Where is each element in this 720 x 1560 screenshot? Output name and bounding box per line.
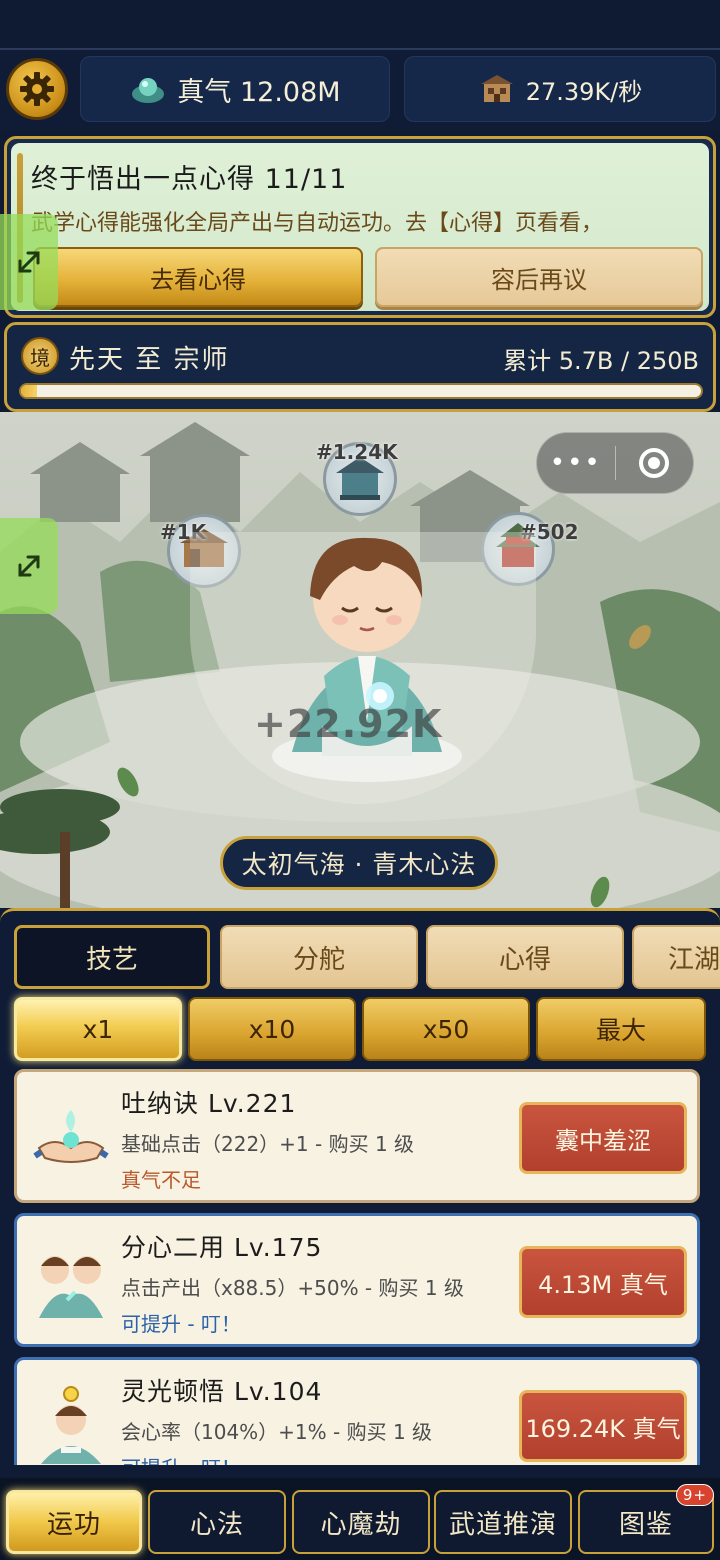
skill-card-inspiration: 灵光顿悟 Lv.104 会心率（104%）+1% - 购买 1 级 可提升 - … (14, 1357, 700, 1465)
nav-codex-label: 图鉴 (618, 1509, 673, 1540)
quest-description: 武学心得能强化全局产出与自动运功。去【心得】页看看， (31, 211, 604, 236)
building-node-1-label: #1.24K (316, 440, 398, 464)
skill-name: 吐纳诀 Lv.221 (121, 1089, 297, 1118)
technique-name[interactable]: 太初气海 · 青木心法 (220, 836, 498, 890)
skill-status: 可提升 - 叮！ (121, 1452, 241, 1465)
click-gain-popup: +22.92K (254, 702, 443, 746)
realm-progress-bar (19, 383, 703, 399)
skill-name: 灵光顿悟 Lv.104 (121, 1377, 323, 1406)
qi-amount: 真气 12.08M (177, 76, 341, 108)
rate-amount: 27.39K/秒 (525, 77, 643, 106)
tab-branches[interactable]: 分舵 (220, 925, 418, 989)
mini-program-capsule: ••• (536, 432, 694, 494)
multiplier-max[interactable]: 最大 (536, 997, 706, 1061)
buy-button[interactable]: 169.24K 真气 (519, 1390, 687, 1462)
breathing-hands-icon (33, 1110, 109, 1163)
buy-button[interactable]: 4.13M 真气 (519, 1246, 687, 1318)
tab-jianghu[interactable]: 江湖 (632, 925, 720, 989)
target-icon (639, 448, 670, 478)
more-options-button[interactable]: ••• (537, 448, 615, 478)
skill-card-breathing: 吐纳诀 Lv.221 基础点击（222）+1 - 购买 1 级 真气不足 囊中羞… (14, 1069, 700, 1203)
qi-orb-icon (132, 78, 165, 103)
gear-icon (20, 72, 54, 106)
nav-martial-deduction[interactable]: 武道推演 (434, 1490, 572, 1554)
settings-button[interactable] (6, 58, 68, 120)
nav-heart-demon[interactable]: 心魔劫 (292, 1490, 430, 1554)
meditation-scene[interactable]: ••• #1.24K #1K #502 +22.92K 太初气海 · 青木心法 (0, 412, 720, 908)
realm-total: 累计 5.7B / 250B (503, 347, 699, 375)
multiplier-x1[interactable]: x1 (14, 997, 182, 1061)
expand-icon (18, 251, 40, 273)
nav-cultivate[interactable]: 运功 (6, 1490, 142, 1554)
nav-methods[interactable]: 心法 (148, 1490, 286, 1554)
expand-tab-scene[interactable] (0, 518, 58, 614)
quest-panel: 终于悟出一点心得 11/11 武学心得能强化全局产出与自动运功。去【心得】页看看… (4, 136, 716, 318)
close-target-button[interactable] (616, 446, 694, 480)
top-bar: 真气 12.08M 27.39K/秒 (0, 48, 720, 130)
expand-icon (18, 555, 40, 577)
bottom-nav: 运功 心法 心魔劫 武道推演 图鉴 9+ (0, 1478, 720, 1560)
multiplier-x10[interactable]: x10 (188, 997, 356, 1061)
skill-description: 会心率（104%）+1% - 购买 1 级 (121, 1420, 433, 1444)
lightbulb-disciple-icon (41, 1386, 101, 1464)
skill-status: 真气不足 (121, 1168, 201, 1192)
upgrade-panel: 技艺 分舵 心得 江湖 x1 x10 x50 最大 吐纳诀 Lv.221 基础点… (0, 908, 720, 1476)
expand-tab-top[interactable] (0, 214, 58, 310)
tab-skills[interactable]: 技艺 (14, 925, 210, 989)
realm-progress-fill (21, 385, 37, 397)
later-button[interactable]: 容后再议 (375, 247, 703, 307)
skill-name: 分心二用 Lv.175 (121, 1233, 323, 1262)
skill-description: 基础点击（222）+1 - 购买 1 级 (121, 1132, 415, 1156)
buy-button[interactable]: 囊中羞涩 (519, 1102, 687, 1174)
nav-codex[interactable]: 图鉴 9+ (578, 1484, 714, 1554)
quest-title: 终于悟出一点心得 11/11 (31, 164, 348, 195)
tab-insights[interactable]: 心得 (426, 925, 624, 989)
production-rate: 27.39K/秒 (404, 56, 716, 122)
realm-badge: 境 (21, 337, 59, 375)
twin-disciples-icon (39, 1256, 103, 1318)
qi-resource: 真气 12.08M (80, 56, 390, 122)
go-see-insight-button[interactable]: 去看心得 (33, 247, 363, 307)
realm-label: 先天 至 宗师 (69, 345, 230, 375)
quest-card: 终于悟出一点心得 11/11 武学心得能强化全局产出与自动运功。去【心得】页看看… (11, 143, 709, 311)
skill-status: 可提升 - 叮！ (121, 1312, 241, 1336)
skill-card-split-mind: 分心二用 Lv.175 点击产出（x88.5）+50% - 购买 1 级 可提升… (14, 1213, 700, 1347)
building-icon (480, 75, 513, 102)
realm-panel: 境 先天 至 宗师 累计 5.7B / 250B (4, 322, 716, 412)
skill-description: 点击产出（x88.5）+50% - 购买 1 级 (121, 1276, 464, 1300)
skill-list[interactable]: 吐纳诀 Lv.221 基础点击（222）+1 - 购买 1 级 真气不足 囊中羞… (0, 1069, 720, 1465)
multiplier-x50[interactable]: x50 (362, 997, 530, 1061)
notification-badge: 9+ (675, 1484, 714, 1506)
